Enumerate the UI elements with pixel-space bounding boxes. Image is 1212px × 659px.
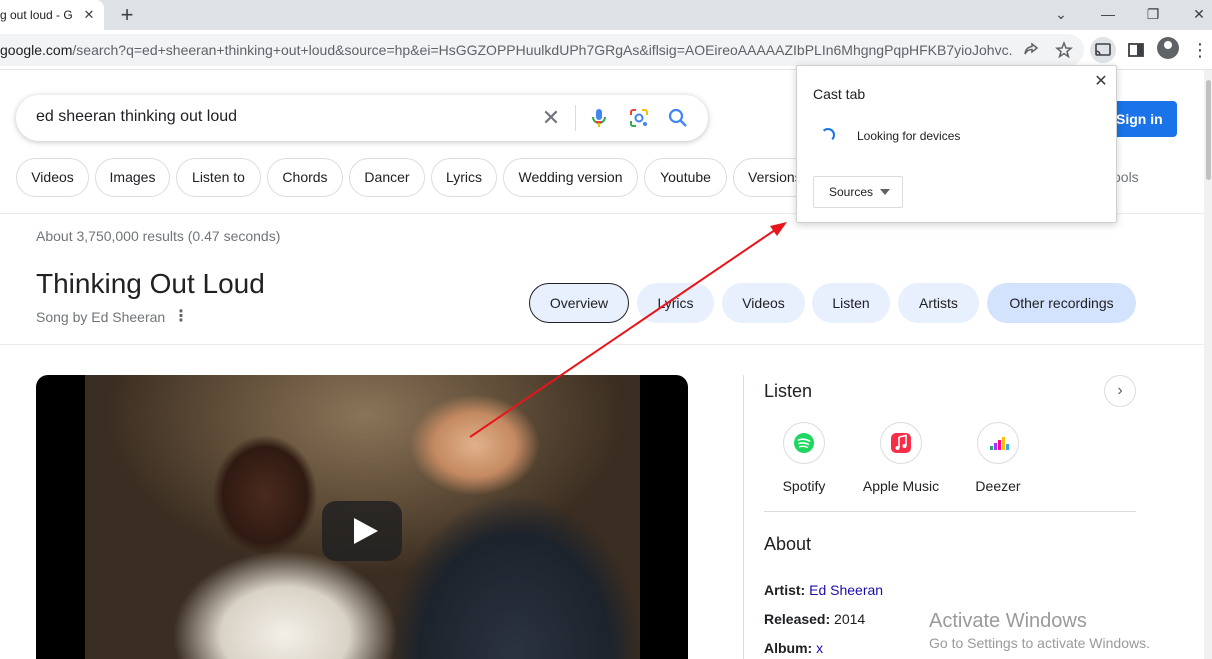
tab-lyrics[interactable]: Lyrics bbox=[637, 283, 714, 323]
url-host: google.com bbox=[0, 42, 73, 58]
browser-toolbar: google.com/search?q=ed+sheeran+thinking+… bbox=[0, 30, 1212, 70]
search-input[interactable]: ed sheeran thinking out loud bbox=[36, 108, 237, 126]
fact-released: Released: 2014 bbox=[764, 611, 865, 627]
tab-listen[interactable]: Listen bbox=[812, 283, 890, 323]
chip-dancer[interactable]: Dancer bbox=[349, 158, 425, 197]
spotify-icon bbox=[783, 422, 825, 464]
url-path: /search?q=ed+sheeran+thinking+out+loud&s… bbox=[72, 42, 1012, 58]
window-close-icon[interactable]: ✕ bbox=[1186, 3, 1212, 25]
chip-wedding-version[interactable]: Wedding version bbox=[503, 158, 638, 197]
chip-listen-to[interactable]: Listen to bbox=[176, 158, 261, 197]
album-link[interactable]: x bbox=[816, 640, 823, 656]
result-stats: About 3,750,000 results (0.47 seconds) bbox=[36, 228, 281, 244]
cast-dialog: Cast tab ✕ Looking for devices Sources bbox=[796, 65, 1117, 223]
service-spotify[interactable]: Spotify bbox=[754, 422, 854, 494]
sources-label: Sources bbox=[829, 185, 874, 199]
search-divider bbox=[575, 105, 576, 131]
profile-avatar-icon[interactable] bbox=[1157, 37, 1179, 59]
artist-link[interactable]: Ed Sheeran bbox=[809, 582, 883, 598]
play-icon[interactable] bbox=[322, 501, 402, 561]
listen-heading: Listen bbox=[764, 381, 813, 401]
chevron-right-icon[interactable]: › bbox=[1104, 375, 1136, 407]
lens-search-icon[interactable] bbox=[627, 106, 651, 130]
tab-close-icon[interactable]: ✕ bbox=[80, 6, 98, 24]
activate-windows-subtitle: Go to Settings to activate Windows. bbox=[929, 635, 1150, 651]
fact-label: Artist: bbox=[764, 582, 806, 598]
cast-icon[interactable] bbox=[1090, 37, 1116, 63]
clear-search-icon[interactable]: ✕ bbox=[538, 105, 564, 131]
fact-value: 2014 bbox=[834, 611, 866, 627]
chip-videos[interactable]: Videos bbox=[16, 158, 89, 197]
apple-music-icon bbox=[880, 422, 922, 464]
tab-videos[interactable]: Videos bbox=[722, 283, 805, 323]
side-panel-icon[interactable] bbox=[1123, 37, 1149, 63]
more-options-icon[interactable]: ⋮ bbox=[172, 307, 190, 327]
search-icon[interactable] bbox=[666, 106, 690, 130]
page-title: Thinking Out Loud bbox=[36, 268, 265, 299]
tab-artists[interactable]: Artists bbox=[898, 283, 979, 323]
tab-other-recordings[interactable]: Other recordings bbox=[987, 283, 1136, 323]
cast-status: Looking for devices bbox=[857, 129, 961, 143]
deezer-icon bbox=[977, 422, 1019, 464]
restore-icon[interactable]: ❐ bbox=[1140, 3, 1166, 25]
tab-search-icon[interactable]: ⌄ bbox=[1048, 3, 1074, 25]
service-deezer[interactable]: Deezer bbox=[948, 422, 1048, 494]
sources-dropdown[interactable]: Sources bbox=[813, 176, 903, 208]
service-label: Deezer bbox=[975, 478, 1021, 494]
fact-label: Album: bbox=[764, 640, 813, 656]
service-label: Spotify bbox=[782, 478, 826, 494]
section-divider bbox=[764, 511, 1136, 512]
chip-lyrics[interactable]: Lyrics bbox=[431, 158, 497, 197]
url-text[interactable]: google.com/search?q=ed+sheeran+thinking+… bbox=[0, 42, 1012, 58]
chip-images[interactable]: Images bbox=[95, 158, 170, 197]
tab-strip: g out loud - G ✕ + ⌄ — ❐ ✕ bbox=[0, 0, 1212, 30]
search-box[interactable]: ed sheeran thinking out loud ✕ bbox=[16, 95, 708, 141]
tab-title: g out loud - G bbox=[0, 8, 73, 22]
service-label: Apple Music bbox=[862, 478, 940, 494]
about-heading: About bbox=[764, 534, 812, 554]
activate-windows-title: Activate Windows bbox=[929, 610, 1087, 632]
browser-tab[interactable]: g out loud - G ✕ bbox=[0, 0, 104, 30]
tabs-divider bbox=[0, 344, 1204, 345]
voice-search-icon[interactable] bbox=[587, 106, 611, 130]
service-apple-music[interactable]: Apple Music bbox=[851, 422, 951, 494]
share-icon[interactable] bbox=[1018, 37, 1044, 63]
tab-overview[interactable]: Overview bbox=[529, 283, 629, 323]
address-bar[interactable]: google.com/search?q=ed+sheeran+thinking+… bbox=[0, 34, 1084, 66]
scrollbar-thumb[interactable] bbox=[1206, 80, 1211, 180]
kp-subtitle: Song by Ed Sheeran bbox=[36, 309, 166, 325]
new-tab-button[interactable]: + bbox=[115, 2, 139, 28]
fact-label: Released: bbox=[764, 611, 831, 627]
close-icon[interactable]: ✕ bbox=[1091, 72, 1111, 92]
loading-spinner-icon bbox=[821, 128, 835, 142]
bookmark-star-icon[interactable] bbox=[1051, 37, 1077, 63]
minimize-icon[interactable]: — bbox=[1095, 3, 1121, 25]
fact-artist: Artist: Ed Sheeran bbox=[764, 582, 883, 598]
cast-dialog-title: Cast tab bbox=[813, 86, 866, 102]
fact-album: Album: x bbox=[764, 640, 823, 656]
chip-chords[interactable]: Chords bbox=[267, 158, 343, 197]
browser-menu-icon[interactable]: ⋮ bbox=[1187, 37, 1212, 63]
chip-youtube[interactable]: Youtube bbox=[644, 158, 727, 197]
caret-down-icon bbox=[880, 189, 890, 195]
column-divider bbox=[743, 375, 744, 659]
